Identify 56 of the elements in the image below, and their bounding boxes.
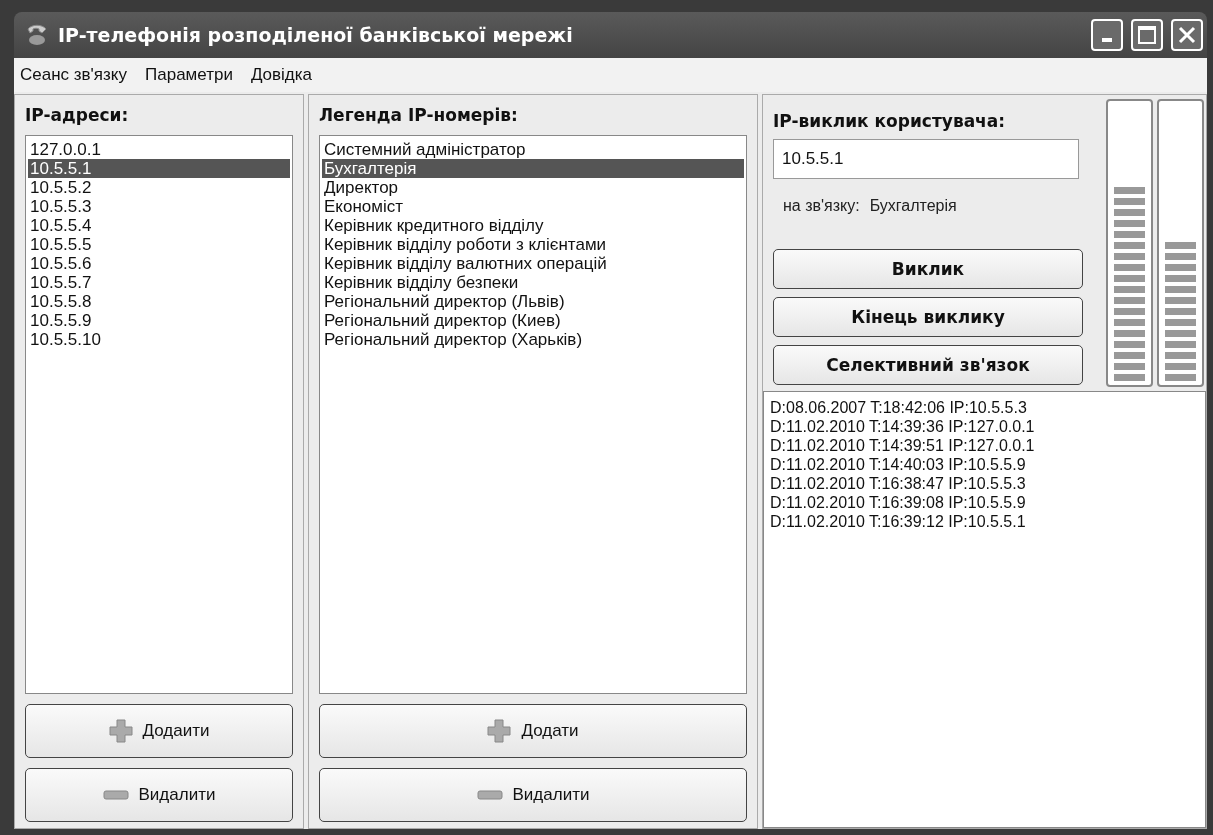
panel-heading: IP-адреси: [25,105,130,125]
close-icon [1178,26,1196,44]
plus-icon [487,719,512,743]
list-item[interactable]: 10.5.5.6 [28,254,290,273]
list-item[interactable]: Регіональний директор (Львів) [322,292,744,311]
list-item[interactable]: Керівник відділу валютних операцій [322,254,744,273]
panel-heading: IP-виклик користувача: [773,111,1007,131]
maximize-icon [1138,26,1156,44]
list-item[interactable]: 10.5.5.5 [28,235,290,254]
call-button[interactable]: Виклик [773,249,1083,289]
list-item[interactable]: 10.5.5.4 [28,216,290,235]
panel-heading: Легенда IP-номерів: [319,105,519,125]
menu-item[interactable]: Параметри [145,65,233,85]
minus-icon [476,790,503,800]
add-button[interactable]: Додати [319,704,747,758]
minimize-icon [1102,38,1112,42]
add-button[interactable]: Додаити [25,704,293,758]
status-label: на зв'язку: [783,197,860,215]
list-item[interactable]: Регіональний директор (Харьків) [322,330,744,349]
list-item[interactable]: Економіст [322,197,744,216]
list-item[interactable]: Бухгалтерія [322,159,744,178]
call-button[interactable]: Селективний зв'язок [773,345,1083,385]
minus-icon [102,790,129,800]
close-button[interactable] [1171,19,1203,51]
list-item[interactable]: Директор [322,178,744,197]
log-entry: D:11.02.2010 T:14:39:51 IP:127.0.0.1 [770,436,1036,455]
list-item[interactable]: Керівник кредитного відділу [322,216,744,235]
log-entry: D:11.02.2010 T:16:38:47 IP:10.5.5.3 [770,474,1027,493]
status-value: Бухгалтерія [869,197,957,215]
log-entry: D:11.02.2010 T:14:39:36 IP:127.0.0.1 [770,417,1036,436]
list-item[interactable]: Регіональний директор (Киев) [322,311,744,330]
log-entry: D:11.02.2010 T:16:39:12 IP:10.5.5.1 [770,512,1027,531]
log-entry: D:08.06.2007 T:18:42:06 IP:10.5.5.3 [770,398,1028,417]
list-item[interactable]: Керівник відділу роботи з клієнтами [322,235,744,254]
list-item[interactable]: Системний адміністратор [322,140,744,159]
plus-icon [108,719,133,743]
list-item[interactable]: 127.0.0.1 [28,140,290,159]
menu-item[interactable]: Довідка [250,65,313,85]
list-item[interactable]: 10.5.5.10 [28,330,290,349]
delete-button[interactable]: Видалити [25,768,293,822]
list-item[interactable]: 10.5.5.9 [28,311,290,330]
list-item[interactable]: 10.5.5.1 [28,159,290,178]
list-item[interactable]: Керівник відділу безпеки [322,273,744,292]
list-item[interactable]: 10.5.5.8 [28,292,290,311]
call-button[interactable]: Кінець виклику [773,297,1083,337]
ip-input-field[interactable]: 10.5.5.1 [773,139,1079,179]
maximize-button[interactable] [1131,19,1163,51]
delete-button[interactable]: Видалити [319,768,747,822]
log-entry: D:11.02.2010 T:16:39:08 IP:10.5.5.9 [770,493,1027,512]
log-entry: D:11.02.2010 T:14:40:03 IP:10.5.5.9 [770,455,1027,474]
minimize-button[interactable] [1091,19,1123,51]
list-item[interactable]: 10.5.5.7 [28,273,290,292]
menu-item[interactable]: Сеанс зв'язку [20,65,127,85]
list-item[interactable]: 10.5.5.3 [28,197,290,216]
list-item[interactable]: 10.5.5.2 [28,178,290,197]
window-title: IP-телефонія розподіленої банківської мережі [58,24,574,46]
